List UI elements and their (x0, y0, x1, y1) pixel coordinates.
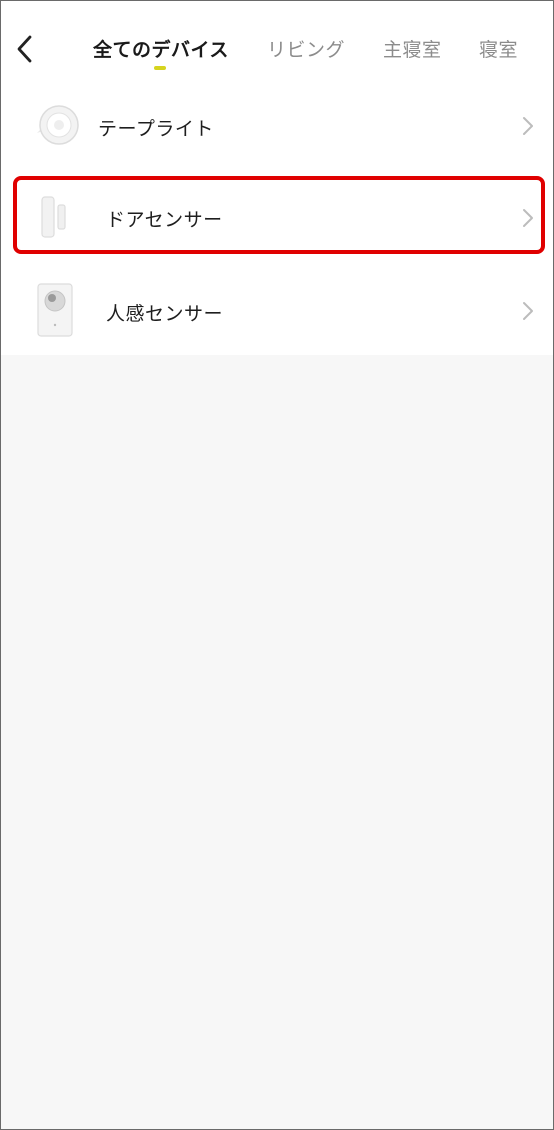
device-name: ドアセンサー (106, 209, 223, 231)
chevron-right-icon (523, 209, 533, 227)
tab-all-devices[interactable]: 全てのデバイス (93, 35, 229, 62)
tab-living[interactable]: リビング (267, 35, 345, 62)
header: 全てのデバイス リビング 主寝室 寝室 (1, 1, 553, 91)
room-tabs: 全てのデバイス リビング 主寝室 寝室 (1, 1, 553, 91)
chevron-right-icon (523, 302, 533, 320)
tape-light-icon (35, 103, 81, 151)
door-sensor-icon (41, 195, 67, 243)
device-row-tape-light[interactable]: テープライト (1, 81, 553, 171)
active-tab-indicator (154, 66, 166, 70)
device-list-panel: 全てのデバイス リビング 主寝室 寝室 テープライト ドアセンサー 人感センサー (1, 1, 553, 355)
device-row-door-sensor[interactable]: ドアセンサー (1, 171, 553, 261)
app-screen: 全てのデバイス リビング 主寝室 寝室 テープライト ドアセンサー 人感センサー (0, 0, 554, 1130)
chevron-right-icon (523, 117, 533, 135)
motion-sensor-icon (37, 283, 73, 341)
tab-bedroom[interactable]: 寝室 (479, 35, 518, 62)
tab-master-bedroom[interactable]: 主寝室 (383, 35, 442, 62)
device-row-motion-sensor[interactable]: 人感センサー (1, 263, 553, 353)
device-name: テープライト (98, 118, 214, 140)
device-name: 人感センサー (106, 303, 224, 325)
